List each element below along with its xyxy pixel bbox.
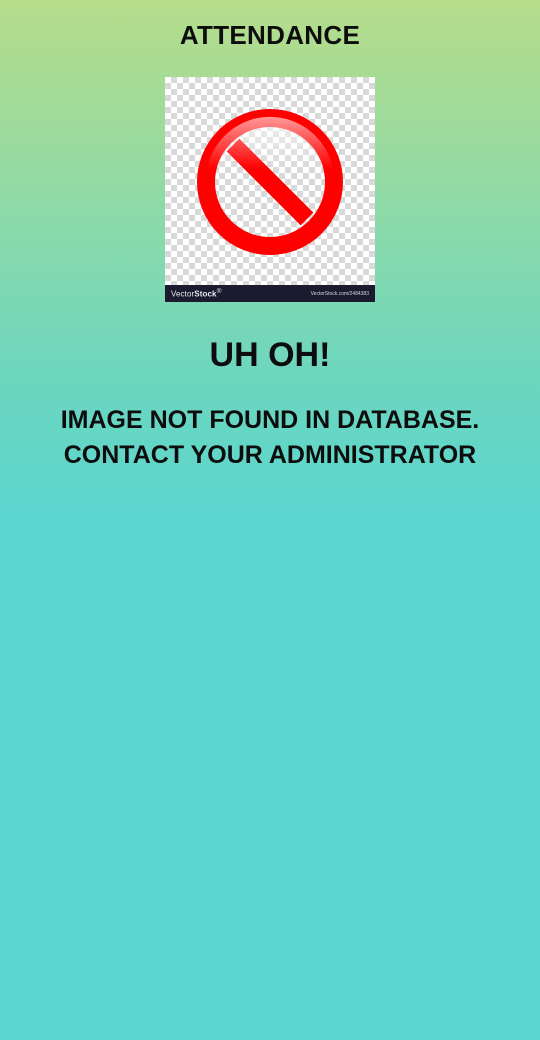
error-message: IMAGE NOT FOUND IN DATABASE. CONTACT YOU… — [0, 403, 540, 473]
error-message-line-2: CONTACT YOUR ADMINISTRATOR — [63, 441, 477, 469]
prohibited-icon — [197, 109, 343, 255]
error-heading: UH OH! — [209, 336, 331, 374]
watermark-brand: VectorStock® — [171, 288, 222, 299]
watermark-url: VectorStock.com/2484383 — [310, 290, 369, 297]
error-message-line-1: IMAGE NOT FOUND IN DATABASE. — [60, 406, 480, 434]
page-title: ATTENDANCE — [179, 20, 361, 50]
not-found-image: VectorStock® VectorStock.com/2484383 — [165, 77, 375, 302]
watermark-bar: VectorStock® VectorStock.com/2484383 — [165, 285, 375, 302]
